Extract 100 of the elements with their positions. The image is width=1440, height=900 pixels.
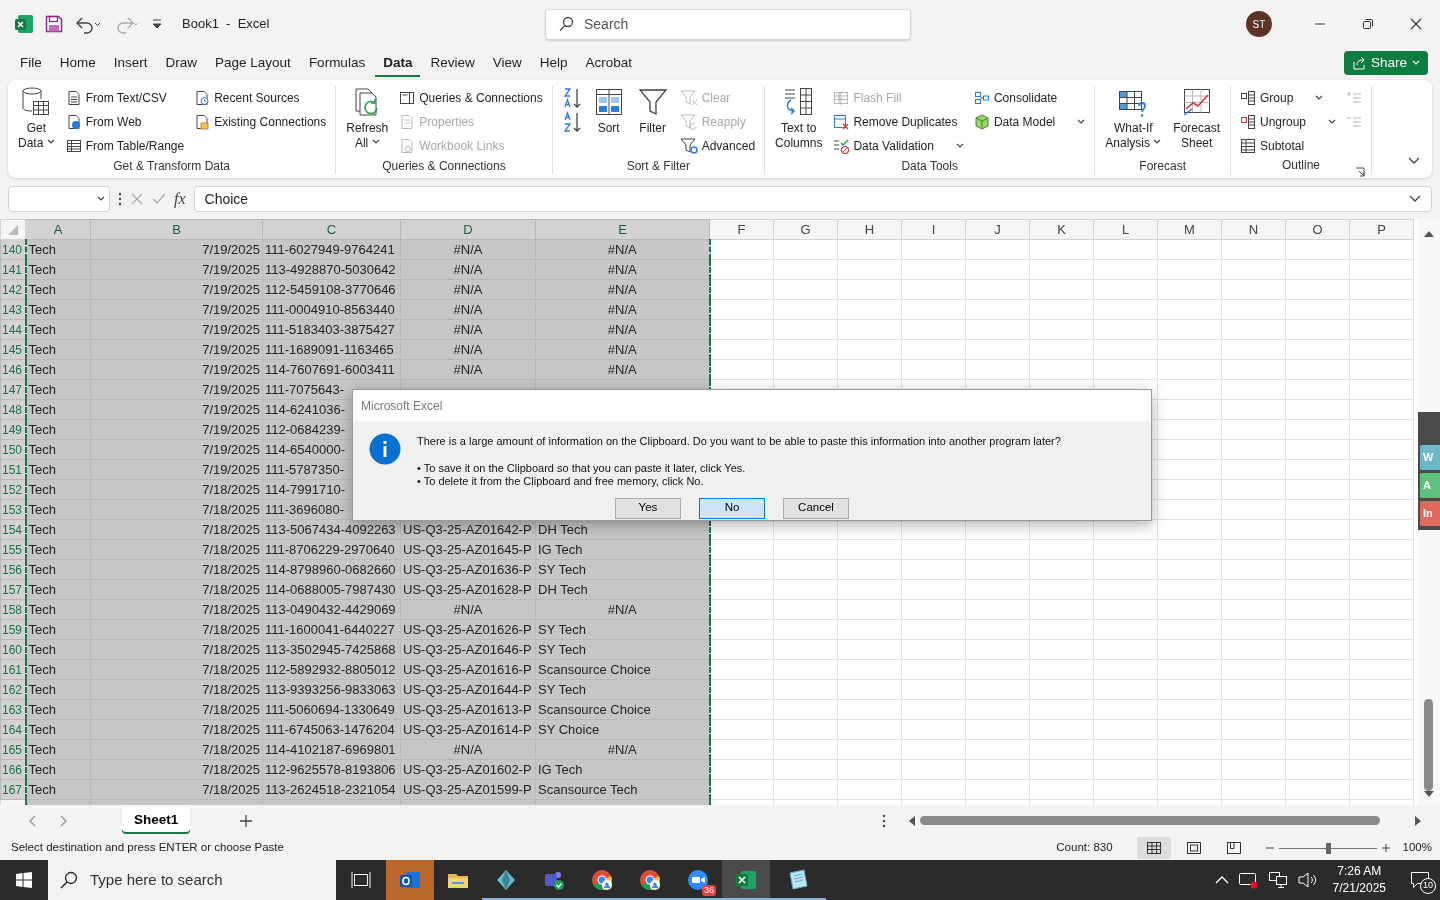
table-cell: Tech — [25, 779, 91, 800]
row-number[interactable]: 167 — [0, 779, 26, 800]
dialog-button[interactable]: Yes — [615, 497, 681, 519]
ribbon-button[interactable]: Advanced — [676, 134, 759, 158]
row-number[interactable]: 148 — [0, 399, 26, 420]
ribbon-tab[interactable]: File — [12, 48, 50, 78]
column-header[interactable]: C — [262, 219, 401, 240]
ribbon-tab[interactable]: Home — [51, 48, 104, 78]
row-number[interactable]: 152 — [0, 479, 26, 500]
ribbon-button[interactable]: Forecast Sheet — [1169, 86, 1224, 158]
row-number[interactable]: 143 — [0, 299, 26, 320]
search-field[interactable]: Search — [545, 8, 911, 40]
row-number[interactable]: 153 — [0, 499, 26, 520]
row-number[interactable]: 166 — [0, 759, 26, 780]
table-cell: Tech — [25, 419, 91, 440]
ribbon-tab[interactable]: Acrobat — [577, 48, 640, 78]
scrollbar-thumb[interactable] — [920, 816, 1380, 825]
row-number[interactable]: 162 — [0, 679, 26, 700]
ribbon-button[interactable]: Data Model — [970, 110, 1089, 134]
column-header[interactable]: J — [965, 219, 1030, 240]
row-number[interactable]: 158 — [0, 599, 26, 620]
column-header[interactable]: I — [901, 219, 966, 240]
row-number[interactable]: 161 — [0, 659, 26, 680]
ribbon-button[interactable]: Ungroup — [1237, 110, 1340, 134]
ribbon-button[interactable]: From Table/Range — [62, 134, 188, 158]
ribbon-button[interactable]: Remove Duplicates — [830, 110, 967, 134]
column-header[interactable]: D — [400, 219, 536, 240]
formula-field[interactable]: Choice — [193, 186, 1432, 212]
ribbon-tab[interactable]: Data — [375, 48, 421, 78]
column-header[interactable]: K — [1029, 219, 1094, 240]
row-number[interactable]: 155 — [0, 539, 26, 560]
row-number[interactable]: 154 — [0, 519, 26, 540]
slider-thumb[interactable] — [1325, 842, 1331, 854]
scrollbar-thumb[interactable] — [1424, 699, 1433, 791]
ribbon-tab[interactable]: Help — [531, 48, 576, 78]
dialog-button[interactable]: No — [699, 497, 765, 519]
row-number[interactable]: 145 — [0, 339, 26, 360]
notifications-button[interactable]: 10 — [1400, 860, 1440, 900]
clock-time[interactable]: 7:26 AM — [1332, 863, 1386, 880]
ribbon-button[interactable]: Subtotal — [1237, 134, 1340, 158]
insert-function-button[interactable]: fx — [174, 187, 186, 211]
row-number[interactable]: 151 — [0, 459, 26, 480]
column-header[interactable]: F — [709, 219, 774, 240]
taskbar-app[interactable]: 36 — [674, 860, 722, 900]
column-header[interactable]: N — [1221, 219, 1286, 240]
ribbon-button[interactable]: Consolidate — [970, 86, 1089, 110]
column-header[interactable]: P — [1349, 219, 1414, 240]
column-header[interactable]: G — [773, 219, 838, 240]
row-number[interactable]: 165 — [0, 739, 26, 760]
ribbon-button[interactable]: Recent Sources — [191, 86, 330, 110]
user-avatar[interactable]: ST — [1246, 11, 1272, 37]
column-header[interactable]: B — [90, 219, 263, 240]
ribbon-tab[interactable]: View — [484, 48, 530, 78]
row-number[interactable]: 164 — [0, 719, 26, 740]
row-number[interactable]: 159 — [0, 619, 26, 640]
row-number[interactable]: 142 — [0, 279, 26, 300]
ribbon-button[interactable]: Group — [1237, 86, 1340, 110]
ribbon-button[interactable]: Sort — [588, 86, 629, 158]
row-number[interactable]: 144 — [0, 319, 26, 340]
ribbon-tab[interactable]: Formulas — [300, 48, 374, 78]
ribbon-button[interactable]: Refresh All — [342, 86, 393, 158]
dialog-button[interactable]: Cancel — [783, 497, 849, 519]
row-number[interactable]: 150 — [0, 439, 26, 460]
row-number[interactable]: 163 — [0, 699, 26, 720]
ribbon-button[interactable]: Existing Connections — [191, 110, 330, 134]
column-header[interactable]: E — [535, 219, 710, 240]
ribbon-button[interactable]: From Text/CSV — [62, 86, 188, 110]
row-number[interactable]: 156 — [0, 559, 26, 580]
ribbon-button[interactable]: From Web — [62, 110, 188, 134]
column-header[interactable]: O — [1285, 219, 1350, 240]
ribbon-tab[interactable]: Review — [422, 48, 483, 78]
row-number[interactable]: 146 — [0, 359, 26, 380]
group-label: Sort & Filter — [626, 159, 691, 174]
column-header[interactable]: A — [25, 219, 91, 240]
taskbar-search-field[interactable]: Type here to search — [48, 860, 336, 900]
sheet-tab[interactable]: Sheet1 — [122, 807, 191, 834]
clock-date[interactable]: 7/21/2025 — [1332, 880, 1386, 897]
view-button[interactable] — [1136, 837, 1171, 859]
zoom-level[interactable]: 100% — [1402, 839, 1432, 857]
row-number[interactable]: 141 — [0, 259, 26, 280]
ribbon-tab[interactable]: Insert — [105, 48, 156, 78]
row-number[interactable]: 140 — [0, 239, 26, 260]
row-number[interactable]: 149 — [0, 419, 26, 440]
ribbon-button[interactable]: Text to Columns — [771, 86, 827, 158]
share-button[interactable]: Share — [1343, 51, 1428, 75]
row-number[interactable]: 160 — [0, 639, 26, 660]
ribbon-button[interactable]: Queries & Connections — [396, 86, 546, 110]
ribbon-tab[interactable]: Draw — [157, 48, 206, 78]
column-header[interactable]: M — [1157, 219, 1222, 240]
ribbon-button[interactable]: What-If Analysis — [1101, 86, 1166, 158]
notification-badge: 36 — [702, 885, 716, 896]
row-number[interactable]: 147 — [0, 379, 26, 400]
ribbon-tab[interactable]: Page Layout — [207, 48, 299, 78]
column-header[interactable]: H — [837, 219, 902, 240]
ribbon-button[interactable]: Data Validation — [830, 134, 967, 158]
column-header[interactable]: L — [1093, 219, 1158, 240]
row-number[interactable]: 157 — [0, 579, 26, 600]
zoom-in-icon — [1380, 843, 1391, 853]
ribbon-button[interactable]: Filter — [632, 86, 673, 158]
ribbon-button[interactable]: Get Data — [14, 86, 59, 158]
